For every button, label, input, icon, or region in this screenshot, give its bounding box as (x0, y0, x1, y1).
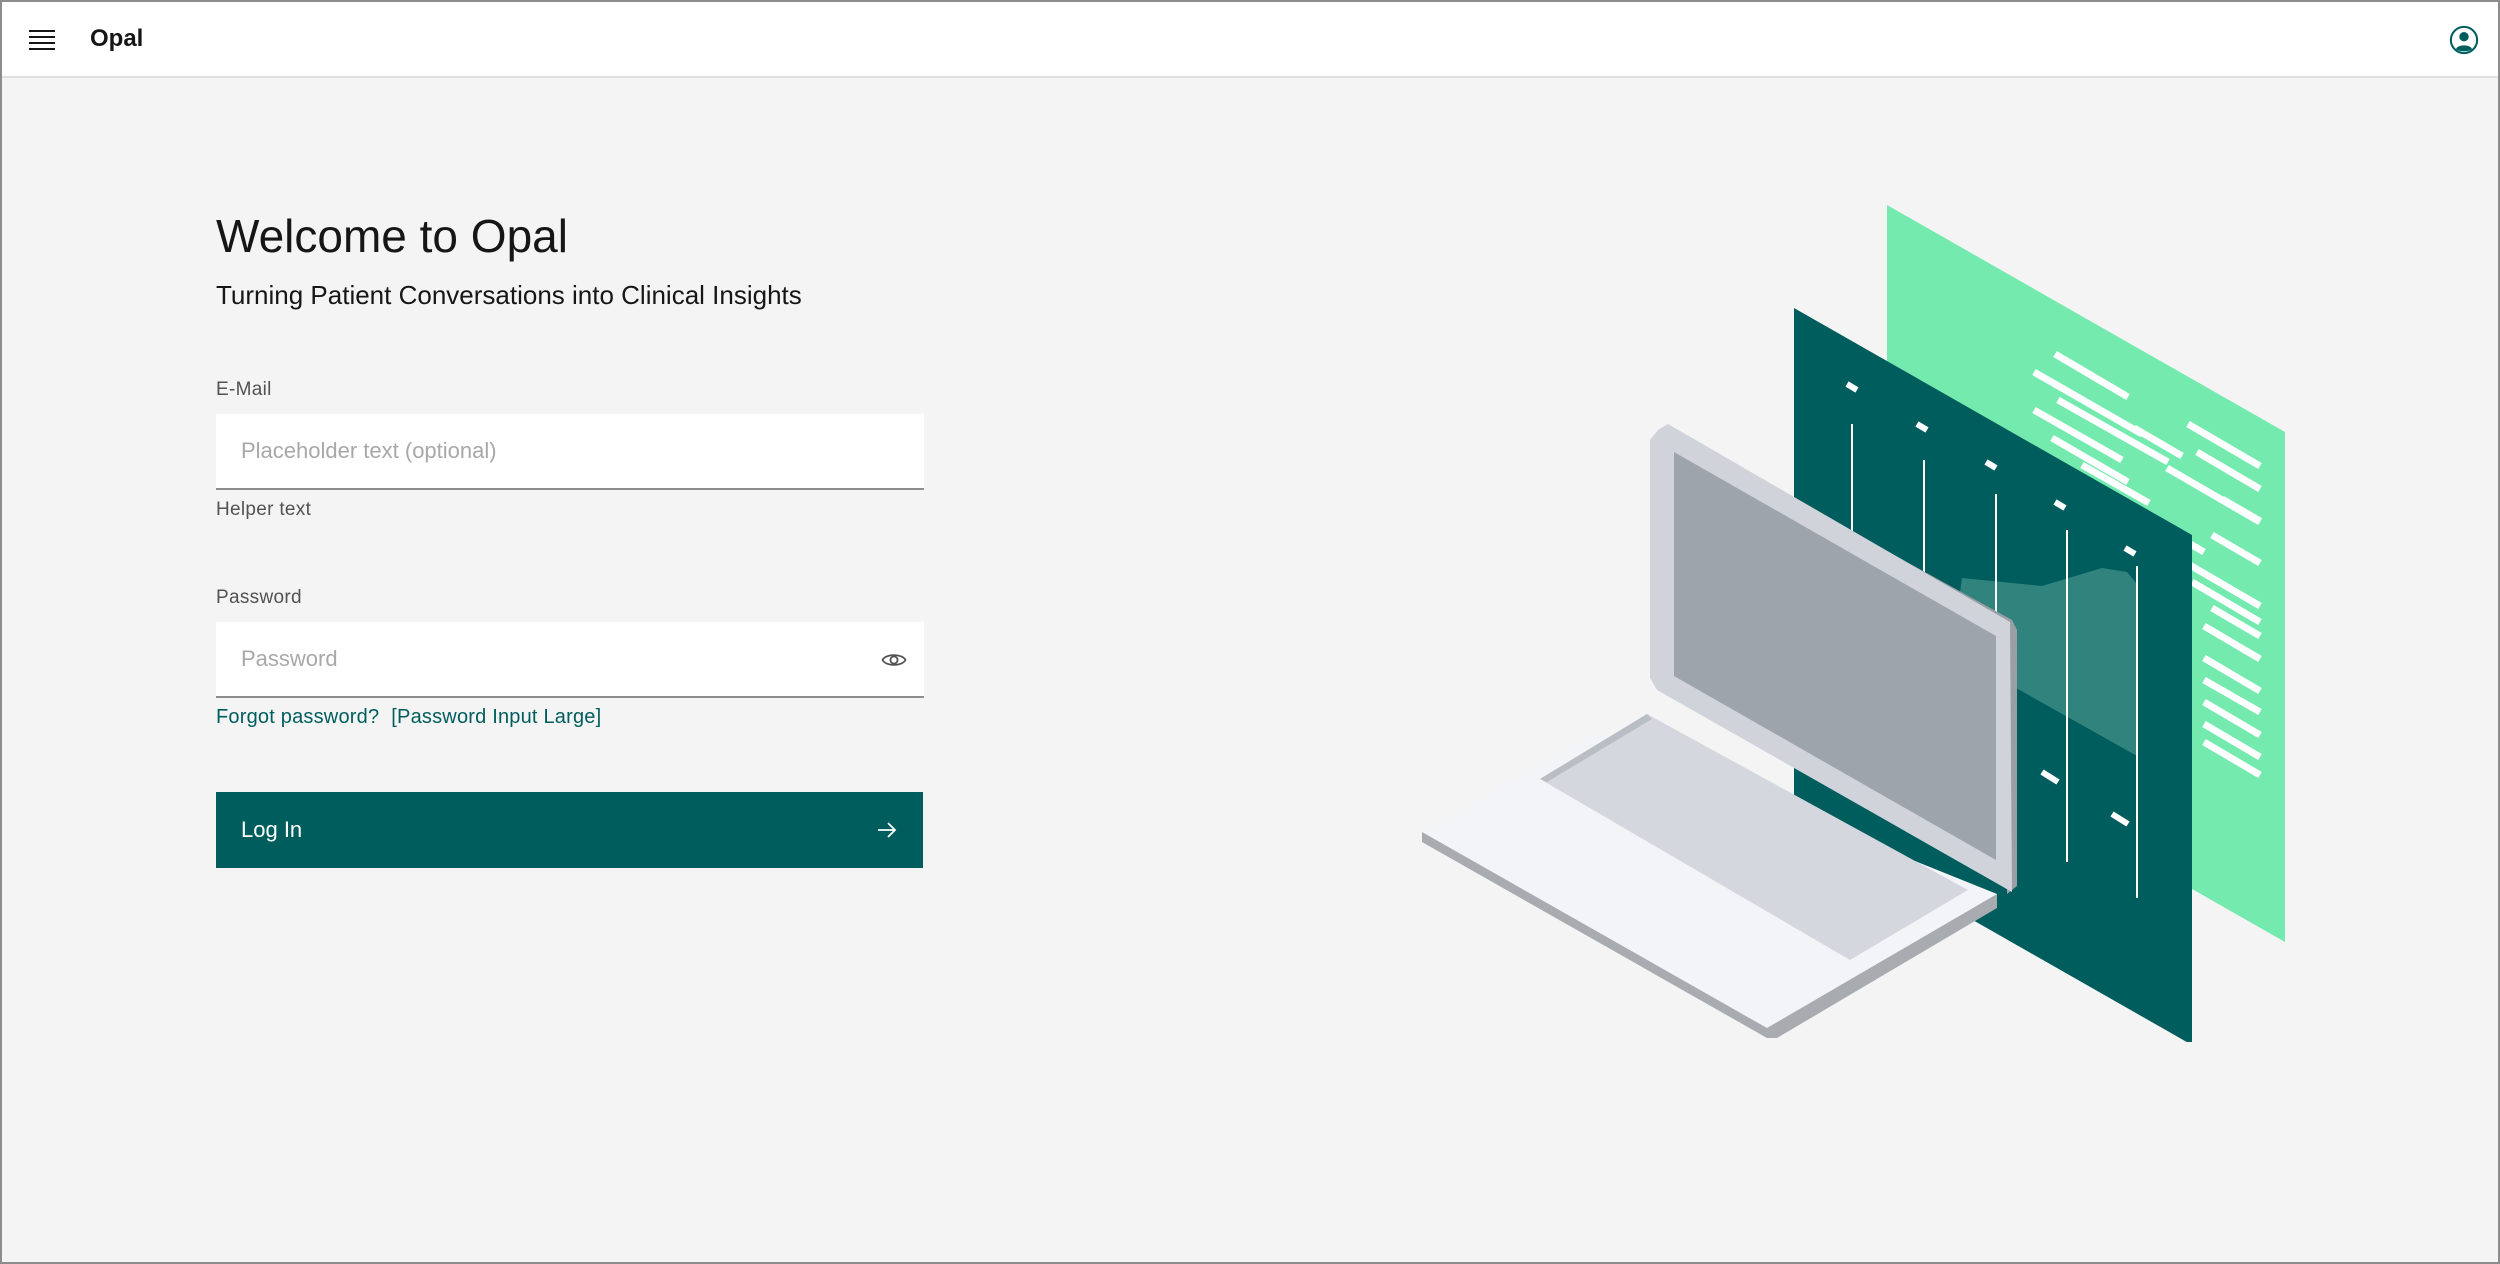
eye-icon (881, 654, 907, 666)
page-title: Welcome to Opal (216, 210, 568, 262)
login-button[interactable]: Log In (216, 792, 923, 868)
email-input[interactable] (216, 414, 924, 488)
password-label: Password (216, 587, 302, 608)
email-field-container (216, 414, 924, 490)
email-helper-text: Helper text (216, 499, 312, 520)
forgot-password-link[interactable]: Forgot password? (216, 706, 379, 728)
app-header: Opal (2, 2, 2498, 78)
laptop-illustration (1422, 205, 2285, 1042)
arrow-right-icon (878, 822, 897, 838)
password-links: Forgot password? [Password Input Large] (216, 705, 601, 729)
password-input-variant-link[interactable]: [Password Input Large] (391, 706, 601, 728)
user-profile-button[interactable] (2442, 18, 2486, 62)
password-input[interactable] (216, 622, 924, 696)
login-button-label: Log In (241, 817, 303, 842)
show-password-button[interactable] (878, 644, 910, 676)
menu-button[interactable] (20, 18, 64, 62)
page-subtitle: Turning Patient Conversations into Clini… (216, 280, 802, 310)
user-avatar-icon (2449, 25, 2479, 55)
app-name: Opal (90, 25, 144, 52)
password-field-container (216, 622, 924, 698)
email-label: E-Mail (216, 379, 272, 400)
hamburger-menu-icon (29, 30, 55, 50)
